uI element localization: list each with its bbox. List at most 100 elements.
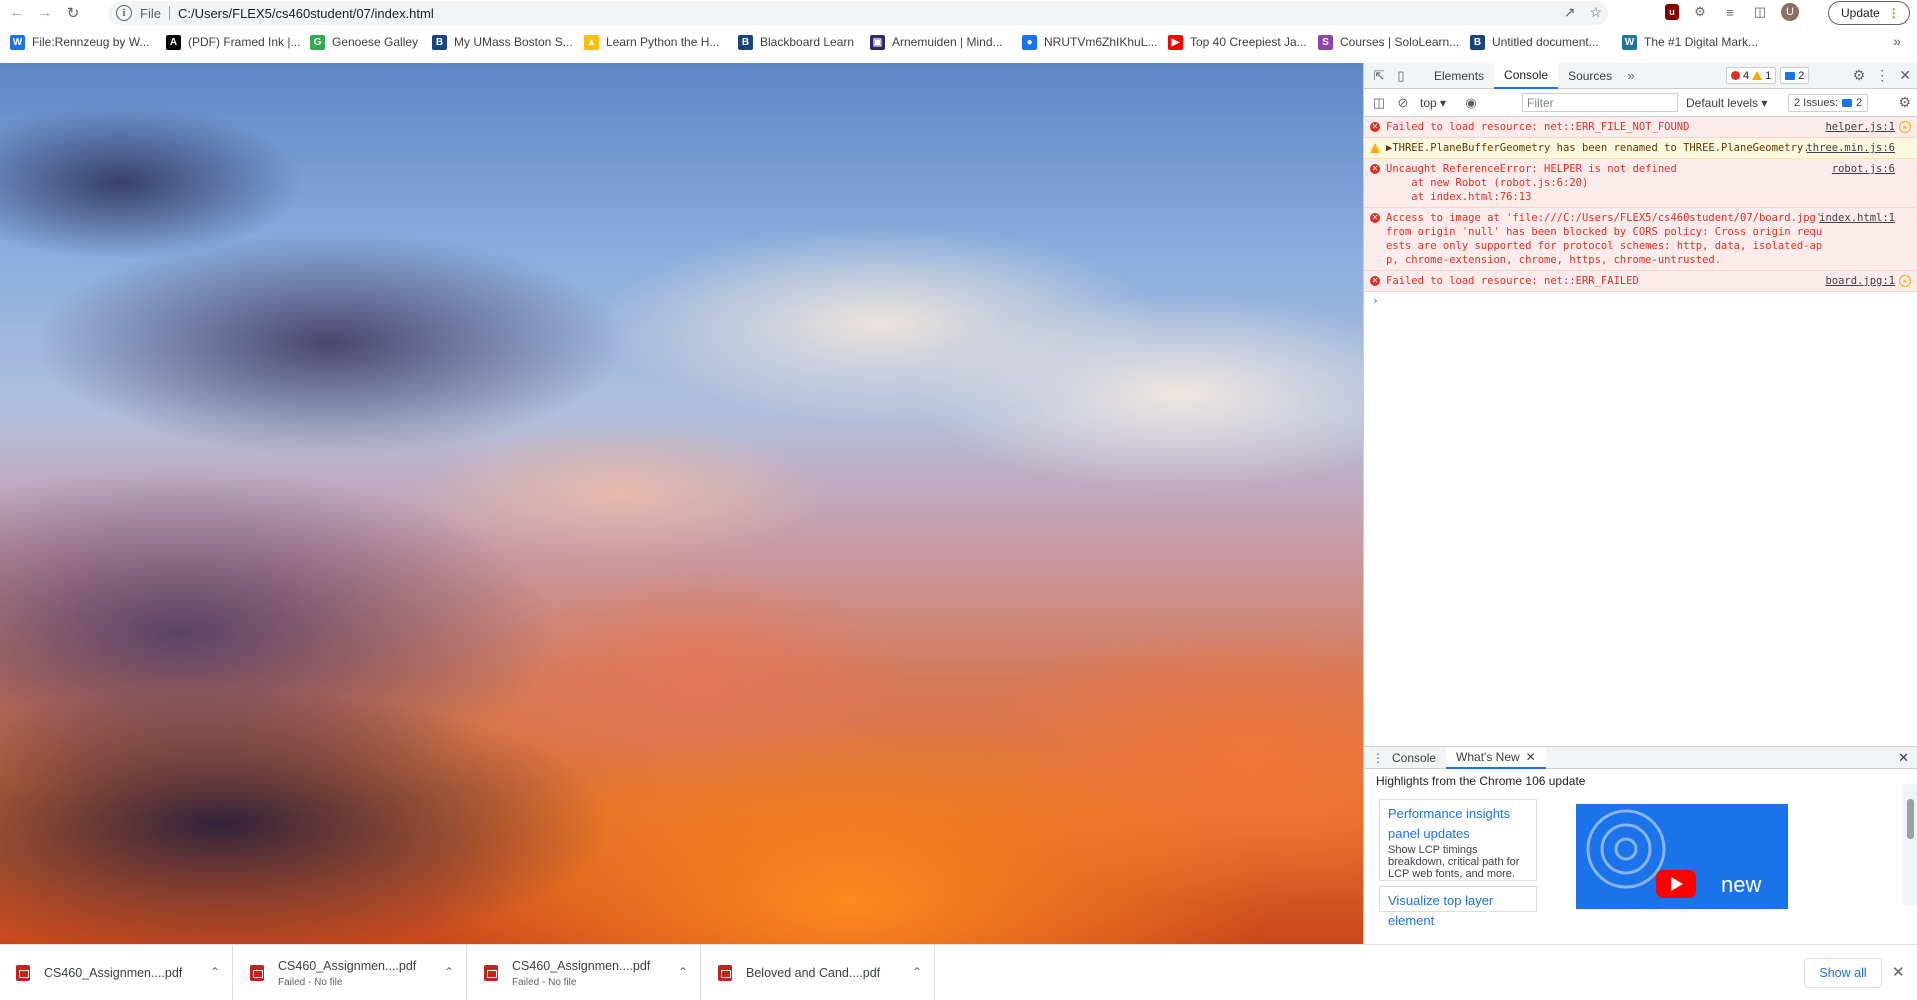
bookmark-item[interactable]: B Blackboard Learn xyxy=(738,31,854,53)
bookmark-item[interactable]: ▲ Learn Python the H... xyxy=(584,31,719,53)
reading-list-icon[interactable]: ≡ xyxy=(1721,3,1739,21)
whats-new-card[interactable]: Visualize top layer element xyxy=(1379,886,1537,928)
bookmark-item[interactable]: B Untitled document... xyxy=(1470,31,1599,53)
kebab-menu-icon[interactable]: ⋮ xyxy=(1875,67,1889,84)
address-bar[interactable]: i File C:/Users/FLEX5/cs460student/07/in… xyxy=(108,1,1608,25)
more-bookmarks-chevron-icon[interactable]: » xyxy=(1893,33,1901,49)
message-source-link[interactable]: board.jpg:1 xyxy=(1825,274,1895,288)
pdf-icon xyxy=(484,965,498,981)
error-x-icon: ✕ xyxy=(1370,122,1380,132)
tab-console[interactable]: Console xyxy=(1494,62,1559,89)
profile-avatar[interactable]: U xyxy=(1781,3,1799,21)
drawer-tab-console[interactable]: Console xyxy=(1382,747,1446,769)
bookmark-item[interactable]: ● NRUTVm6ZhIKhuL... xyxy=(1022,31,1157,53)
console-message: ✕ Access to image at 'file:///C:/Users/F… xyxy=(1364,208,1917,271)
issue-counters[interactable]: 4 1 2 xyxy=(1726,67,1810,84)
bookmark-item[interactable]: ▶ Top 40 Creepiest Ja... xyxy=(1168,31,1307,53)
issues-button[interactable]: 2 Issues: 2 xyxy=(1788,94,1869,112)
message-source-link[interactable]: helper.js:1 xyxy=(1825,120,1895,134)
bookmark-label: Learn Python the H... xyxy=(606,35,720,49)
sidebar-toggle-icon[interactable]: ◫ xyxy=(1370,94,1388,112)
card-title-link[interactable]: Visualize top layer element xyxy=(1388,891,1528,931)
whats-new-card[interactable]: Performance insights panel updates Show … xyxy=(1379,799,1537,881)
close-drawer-icon[interactable]: ✕ xyxy=(1898,750,1909,766)
context-select[interactable]: top ▾ xyxy=(1420,96,1446,110)
download-item[interactable]: CS460_Assignmen....pdf ⌃ xyxy=(0,945,233,1000)
console-settings-gear-icon[interactable]: ⚙ xyxy=(1898,94,1911,111)
chrome-106-banner-image[interactable]: new xyxy=(1576,804,1788,909)
bookmark-item[interactable]: G Genoese Galley xyxy=(310,31,418,53)
clear-console-icon[interactable]: ⊘ xyxy=(1394,94,1412,112)
bookmark-label: Courses | SoloLearn... xyxy=(1340,35,1460,49)
share-icon[interactable]: ↗ xyxy=(1564,4,1576,21)
back-arrow-icon[interactable]: ← xyxy=(6,2,28,24)
device-toolbar-icon[interactable]: ▯ xyxy=(1392,67,1410,85)
browser-toolbar: ← → ↻ i File C:/Users/FLEX5/cs460student… xyxy=(0,0,1917,25)
context-label: top xyxy=(1420,95,1437,110)
drawer-tab-whats-new[interactable]: What's New ✕ xyxy=(1446,746,1546,769)
close-devtools-icon[interactable]: ✕ xyxy=(1899,67,1911,84)
tab-elements[interactable]: Elements xyxy=(1424,63,1494,89)
bookmark-item[interactable]: W File:Rennzeug by W... xyxy=(10,31,149,53)
console-filter-input[interactable] xyxy=(1522,93,1678,112)
error-icon xyxy=(1731,71,1740,80)
download-filename: CS460_Assignmen....pdf xyxy=(278,958,417,973)
message-source-link[interactable]: index.html:1 xyxy=(1819,211,1895,225)
message-text[interactable]: ▶THREE.PlaneBufferGeometry has been rena… xyxy=(1386,142,1810,154)
bookmark-item[interactable]: S Courses | SoloLearn... xyxy=(1318,31,1459,53)
pdf-icon xyxy=(250,965,264,981)
download-filename: Beloved and Cand....pdf xyxy=(746,966,881,980)
bookmark-item[interactable]: W The #1 Digital Mark... xyxy=(1622,31,1758,53)
devtools-tabbar: ⇱ ▯ Elements Console Sources » 4 1 2 ⚙ ⋮… xyxy=(1364,62,1917,89)
chevron-up-icon[interactable]: ⌃ xyxy=(912,965,922,979)
ublock-icon[interactable]: u xyxy=(1665,4,1679,20)
drawer-menu-icon[interactable]: ⋮ xyxy=(1372,751,1384,765)
blackboard-icon: B xyxy=(432,34,447,50)
download-item[interactable]: CS460_Assignmen....pdf Failed - No file … xyxy=(234,945,467,1000)
chevron-up-icon[interactable]: ⌃ xyxy=(210,965,220,979)
show-all-button[interactable]: Show all xyxy=(1804,958,1882,988)
stack-frame[interactable]: at index.html:76:13 xyxy=(1386,190,1827,204)
more-tabs-chevron-icon[interactable]: » xyxy=(1622,67,1640,85)
bookmark-item[interactable]: ▣ Arnemuiden | Mind... xyxy=(870,31,1003,53)
error-count: 4 xyxy=(1743,69,1750,82)
scrollbar-thumb[interactable] xyxy=(1907,799,1914,839)
bookmark-label: File:Rennzeug by W... xyxy=(32,35,150,49)
side-panel-icon[interactable]: ◫ xyxy=(1751,3,1769,21)
download-status: Failed - No file xyxy=(512,976,577,988)
chevron-up-icon[interactable]: ⌃ xyxy=(444,965,454,979)
card-title-link[interactable]: Performance insights panel updates xyxy=(1388,804,1528,844)
webassembly-icon: ❋ xyxy=(1899,121,1911,133)
forward-arrow-icon[interactable]: → xyxy=(34,2,56,24)
download-item[interactable]: CS460_Assignmen....pdf Failed - No file … xyxy=(468,945,701,1000)
message-text: Access to image at 'file:///C:/Users/FLE… xyxy=(1386,212,1823,266)
stack-frame[interactable]: at new Robot (robot.js:6:20) xyxy=(1386,176,1827,190)
blackboard-icon: B xyxy=(738,34,753,50)
tab-sources[interactable]: Sources xyxy=(1558,63,1622,89)
console-message: ✕ Uncaught ReferenceError: HELPER is not… xyxy=(1364,159,1917,208)
error-warning-counter[interactable]: 4 1 xyxy=(1726,67,1777,84)
close-shelf-icon[interactable]: ✕ xyxy=(1892,963,1905,981)
drawer-scrollbar[interactable] xyxy=(1903,784,1917,905)
bookmark-star-icon[interactable]: ☆ xyxy=(1589,4,1602,21)
chevron-up-icon[interactable]: ⌃ xyxy=(678,965,688,979)
close-tab-icon[interactable]: ✕ xyxy=(1526,750,1536,764)
update-button[interactable]: Update ⋮ xyxy=(1828,1,1910,25)
live-expression-eye-icon[interactable]: ◉ xyxy=(1462,94,1480,112)
issues-label: 2 Issues: xyxy=(1794,97,1839,109)
site-info-icon[interactable]: i xyxy=(116,5,132,21)
message-text: Failed to load resource: net::ERR_FILE_N… xyxy=(1386,121,1690,133)
bookmark-item[interactable]: A (PDF) Framed Ink |... xyxy=(166,31,300,53)
log-levels-dropdown[interactable]: Default levels ▾ xyxy=(1686,96,1767,110)
bookmark-item[interactable]: B My UMass Boston S... xyxy=(432,31,573,53)
message-source-link[interactable]: three.min.js:6 xyxy=(1806,141,1895,155)
url-text[interactable]: C:/Users/FLEX5/cs460student/07/index.htm… xyxy=(178,6,434,21)
download-item[interactable]: Beloved and Cand....pdf ⌃ xyxy=(702,945,935,1000)
settings-gear-icon[interactable]: ⚙ xyxy=(1853,67,1866,84)
extensions-puzzle-icon[interactable]: ⚙ xyxy=(1691,3,1709,21)
console-prompt[interactable]: › xyxy=(1364,292,1917,307)
message-counter[interactable]: 2 xyxy=(1780,67,1810,84)
message-source-link[interactable]: robot.js:6 xyxy=(1832,162,1895,176)
inspect-element-icon[interactable]: ⇱ xyxy=(1370,67,1388,85)
reload-icon[interactable]: ↻ xyxy=(62,2,84,24)
